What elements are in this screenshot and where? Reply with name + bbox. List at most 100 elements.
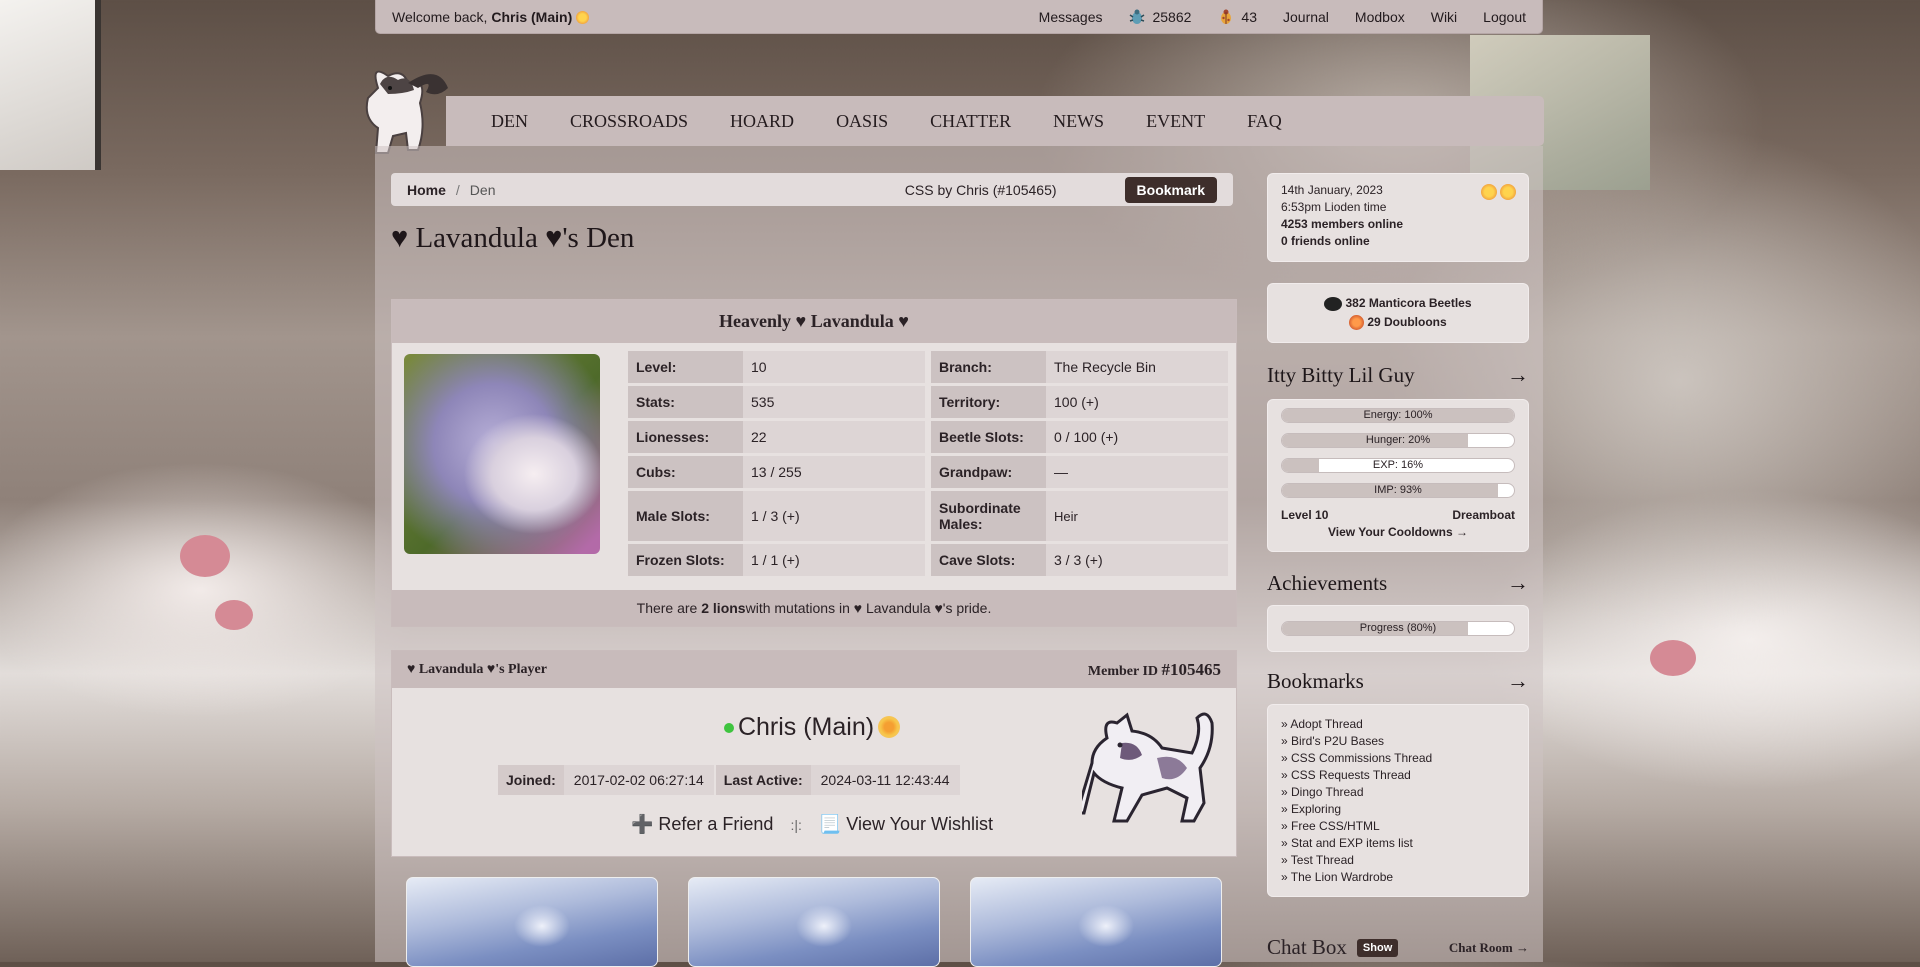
doubloon-balance: 29 Doubloons: [1349, 315, 1447, 331]
den-thumbnail-1[interactable]: [406, 877, 658, 967]
nav-faq[interactable]: FAQ: [1247, 111, 1282, 132]
breadcrumb-current: Den: [469, 181, 496, 198]
pet-type: Dreamboat: [1452, 508, 1515, 522]
arrow-right-icon[interactable]: →: [1507, 570, 1529, 596]
chat-room-link[interactable]: Chat Room →: [1449, 940, 1529, 956]
den-thumbnail-2[interactable]: [688, 877, 940, 967]
wishlist-link[interactable]: 📃 View Your Wishlist: [819, 814, 993, 834]
nav-crossroads[interactable]: CROSSROADS: [570, 111, 688, 132]
stat-stats: Stats: 535: [628, 386, 925, 418]
lion-avatar-image[interactable]: [404, 354, 600, 554]
nav-chatter[interactable]: CHATTER: [930, 111, 1011, 132]
breadcrumb-home[interactable]: Home: [407, 182, 446, 198]
member-id: Member ID #105465: [1087, 659, 1221, 679]
arrow-right-icon[interactable]: →: [1507, 362, 1529, 388]
date-text: 14th January, 2023: [1281, 183, 1383, 197]
stat-beetle-slots: Beetle Slots: 0 / 100 (+): [931, 421, 1228, 453]
sun-icon: [1500, 184, 1516, 200]
stat-male-slots: Male Slots: 1 / 3 (+): [628, 491, 925, 541]
journal-link[interactable]: Journal: [1283, 9, 1329, 25]
energy-bar: Energy: 100%: [1281, 408, 1515, 423]
hunger-bar: Hunger: 20%: [1281, 433, 1515, 448]
player-heading: ♥ Lavandula ♥'s Player Member ID #105465: [392, 651, 1236, 688]
exp-bar: EXP: 16%: [1281, 458, 1515, 473]
bookmark-item[interactable]: » Dingo Thread: [1281, 784, 1515, 801]
site-logo-cat[interactable]: [348, 58, 453, 158]
messages-link[interactable]: Messages: [1039, 9, 1103, 25]
online-status-icon: [723, 723, 734, 734]
logout-link[interactable]: Logout: [1483, 9, 1526, 25]
achievements-progress-bar[interactable]: Progress (80%): [1281, 621, 1515, 636]
wiki-link[interactable]: Wiki: [1431, 9, 1457, 25]
background-paw-pad: [1650, 640, 1696, 676]
beetle-icon: [1130, 9, 1145, 24]
nav-news[interactable]: NEWS: [1053, 111, 1104, 132]
bookmark-item[interactable]: » Stat and EXP items list: [1281, 835, 1515, 852]
pet-info: Level 10 Dreamboat: [1281, 508, 1515, 522]
bug-currency[interactable]: 43: [1217, 8, 1257, 26]
weather-icons: [1481, 184, 1516, 200]
stat-cubs: Cubs: 13 / 255: [628, 456, 925, 488]
bookmark-item[interactable]: » CSS Commissions Thread: [1281, 750, 1515, 767]
breadcrumb: Home / Den CSS by Chris (#105465) Bookma…: [391, 173, 1233, 206]
bookmark-item[interactable]: » CSS Requests Thread: [1281, 767, 1515, 784]
stat-lionesses: Lionesses: 22: [628, 421, 925, 453]
nav-den[interactable]: DEN: [491, 111, 528, 132]
pet-title[interactable]: Itty Bitty Lil Guy →: [1267, 362, 1529, 388]
view-cooldowns-link[interactable]: View Your Cooldowns →: [1281, 525, 1515, 539]
bookmark-item[interactable]: » Bird's P2U Bases: [1281, 733, 1515, 750]
css-credit[interactable]: CSS by Chris (#105465): [905, 182, 1057, 198]
imp-bar: IMP: 93%: [1281, 483, 1515, 498]
time-text: 6:53pm Lioden time: [1281, 200, 1387, 214]
doubloon-icon: [1349, 315, 1365, 331]
bookmark-button[interactable]: Bookmark: [1124, 176, 1217, 203]
main-nav: DEN CROSSROADS HOARD OASIS CHATTER NEWS …: [446, 96, 1544, 146]
last-active-label: Last Active:: [715, 765, 811, 795]
mutation-notice: There are 2 lions with mutations in ♥ La…: [392, 590, 1236, 626]
bookmark-item[interactable]: » The Lion Wardrobe: [1281, 869, 1515, 886]
flower-icon: [878, 716, 901, 738]
friends-online[interactable]: 0 friends online: [1281, 233, 1515, 250]
username-link[interactable]: Chris (Main): [491, 9, 572, 25]
modbox-link[interactable]: Modbox: [1355, 9, 1405, 25]
chat-show-button[interactable]: Show: [1356, 938, 1399, 957]
bookmark-item[interactable]: » Exploring: [1281, 801, 1515, 818]
pride-heading: Heavenly ♥ Lavandula ♥: [392, 300, 1236, 343]
welcome-message: Welcome back, Chris (Main): [392, 9, 1039, 25]
chat-box-title: Chat Box: [1267, 935, 1347, 959]
bookmarks-panel: » Adopt Thread » Bird's P2U Bases » CSS …: [1267, 704, 1529, 897]
bookmark-item[interactable]: » Test Thread: [1281, 852, 1515, 869]
arrow-right-icon[interactable]: →: [1507, 668, 1529, 694]
sun-icon: [576, 11, 590, 25]
bookmarks-title[interactable]: Bookmarks →: [1267, 668, 1529, 694]
nav-oasis[interactable]: OASIS: [836, 111, 888, 132]
bookmark-item[interactable]: » Free CSS/HTML: [1281, 818, 1515, 835]
stat-grandpaw: Grandpaw: —: [931, 456, 1228, 488]
player-avatar-pixel-cat[interactable]: [1082, 703, 1222, 833]
manticora-beetle-icon: [1324, 296, 1343, 311]
sun-icon: [1481, 184, 1497, 200]
den-thumbnail-3[interactable]: [970, 877, 1222, 967]
beetle-currency[interactable]: 25862: [1128, 8, 1191, 26]
top-bar: Welcome back, Chris (Main) Messages 2586…: [375, 0, 1543, 34]
joined-label: Joined:: [498, 765, 564, 795]
background-paw-pad: [215, 600, 253, 630]
achievements-title[interactable]: Achievements →: [1267, 570, 1529, 596]
joined-value: 2017-02-02 06:27:14: [563, 765, 714, 795]
refer-friend-link[interactable]: ➕ Refer a Friend: [631, 814, 773, 834]
stat-frozen-slots: Frozen Slots: 1 / 1 (+): [628, 544, 925, 576]
nav-hoard[interactable]: HOARD: [730, 111, 794, 132]
breadcrumb-separator: /: [455, 181, 460, 198]
time-panel: 14th January, 2023 6:53pm Lioden time 42…: [1267, 173, 1529, 262]
stat-branch: Branch: The Recycle Bin: [931, 351, 1228, 383]
page-title: ♥ Lavandula ♥'s Den: [391, 222, 635, 254]
bookmark-item[interactable]: » Adopt Thread: [1281, 716, 1515, 733]
player-name-link[interactable]: Chris (Main): [738, 713, 874, 741]
nav-event[interactable]: EVENT: [1146, 111, 1205, 132]
members-online[interactable]: 4253 members online: [1281, 216, 1515, 233]
player-dates: Joined: 2017-02-02 06:27:14 Last Active:…: [498, 765, 960, 795]
mutation-count: 2 lions: [701, 600, 746, 616]
stat-level: Level: 10: [628, 351, 925, 383]
ladybug-icon: [1221, 9, 1232, 24]
pet-panel: Energy: 100% Hunger: 20% EXP: 16% IMP: 9…: [1267, 399, 1529, 552]
